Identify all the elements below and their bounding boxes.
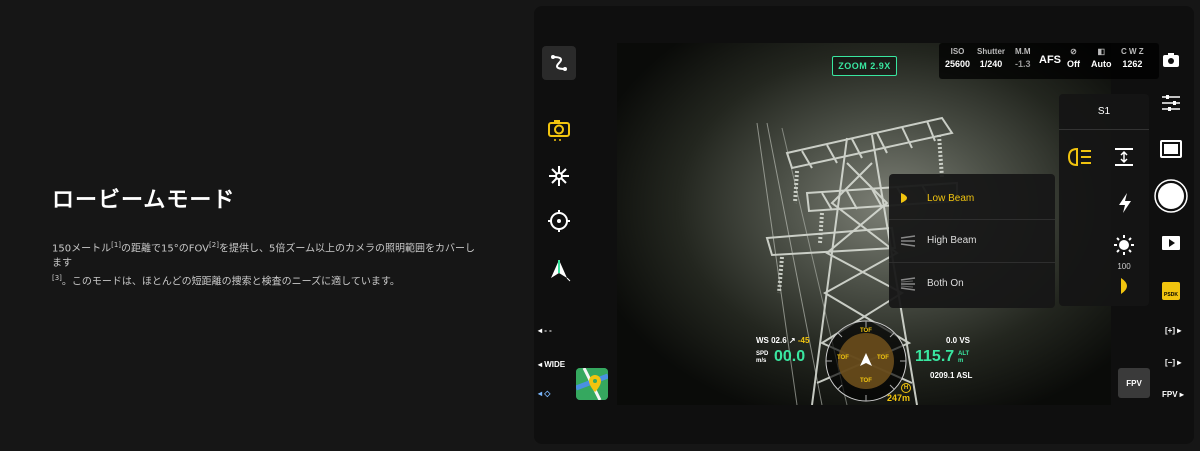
zoom-in-button[interactable]: [+] ▸ [1165,326,1181,335]
play-icon [1162,236,1180,250]
psdk-button[interactable]: PSDK [1156,276,1186,306]
low-beam-small-icon [1121,278,1127,294]
altitude: 115.7 [915,348,955,365]
home-distance: 247m [887,393,911,403]
route-icon [551,55,567,71]
desc-part: の距離で15°のFOV [121,243,210,255]
param-storage[interactable]: C W Z 1262 [1121,47,1144,69]
lightning-icon [1119,193,1131,213]
sliders-icon [1162,95,1180,111]
target-lock-button[interactable] [542,204,576,238]
intro-title: ロービームモード [52,188,236,213]
param-wb[interactable]: ◧ Auto [1091,47,1112,69]
spotlight-target-button[interactable] [542,159,576,193]
desc-part: 。このモードは、ほとんどの短距離の捜索と検査のニーズに適しています。 [61,276,400,288]
footnote-ref[interactable]: [3] [52,274,62,282]
flight-route-button[interactable] [542,46,576,80]
diamond-icon[interactable]: ◂ ◇ [538,389,550,398]
footnote-ref[interactable]: [2] [209,241,219,249]
zoom-out-button[interactable]: [−] ▸ [1165,358,1181,367]
map-button[interactable] [576,368,608,400]
altitude-label: ALT m [958,351,970,364]
beam-indicator[interactable] [1117,276,1137,301]
home-point-icon: H [901,383,911,393]
tof-bottom: TOF [860,378,872,384]
mute-icon: ⊘ [1070,47,1077,56]
speed-label: SPD m/s [756,351,769,364]
camera-icon [548,120,570,141]
param-ev[interactable]: M.M -1.3 [1015,47,1031,69]
aircraft-arrow-icon [551,260,571,282]
beam-mode-menu: Low Beam High Beam Both On [889,174,1055,308]
intro-section: ロービームモード 150メートル[1]の距離で15°のFOV[2]を提供し、5倍… [52,182,482,290]
camera-small-icon [1163,53,1179,67]
beam-option-low[interactable]: Low Beam [889,177,1055,219]
zoom-indicator: ZOOM 2.9X [832,56,897,76]
camera-switch-button[interactable] [1156,45,1186,75]
param-mute[interactable]: ⊘ Off [1067,47,1080,69]
tof-top: TOF [860,328,872,334]
shutter-icon [1154,179,1188,213]
settings-sliders-button[interactable] [1156,88,1186,118]
screen-layout-button[interactable] [1156,134,1186,164]
wb-icon: ◧ [1097,47,1106,56]
both-beam-icon [900,276,916,291]
desc-part: 150メートル [52,243,112,255]
wind-speed: WS 02.6 ↗ -45 [756,336,810,345]
fpv-pip-button[interactable]: FPV [1118,368,1150,398]
tof-left: TOF [837,355,849,361]
slot-s1-button[interactable]: S1 [1059,94,1149,130]
left-dash-indicator: ◂ - - [538,326,552,335]
headlight-icon [1067,147,1091,167]
map-icon [576,368,608,400]
playback-button[interactable] [1156,228,1186,258]
beam-mode-button[interactable] [1067,146,1093,173]
beam-option-high[interactable]: High Beam [889,219,1055,261]
intro-description: 150メートル[1]の距離で15°のFOV[2]を提供し、5倍ズーム以上のカメラ… [52,238,482,290]
altitude-asl: 0209.1 ASL [930,371,973,380]
brightness-control[interactable]: 100 [1113,234,1135,271]
aircraft-mode-button[interactable] [542,253,576,287]
vertical-speed: 0.0 VS [946,336,971,345]
fpv-side-button[interactable]: FPV ▸ [1162,390,1184,399]
camera-mode-button[interactable] [542,112,576,146]
horizontal-speed: 00.0 [774,348,806,365]
focus-height-button[interactable] [1113,146,1135,173]
screen-icon [1160,140,1182,158]
low-beam-icon [901,193,907,203]
psdk-icon: PSDK [1162,282,1180,300]
param-focus[interactable]: AFS [1039,54,1061,66]
brightness-value: 100 [1117,262,1131,271]
footnote-ref[interactable]: [1] [111,241,121,249]
shutter-button[interactable] [1153,178,1189,214]
crosshair-icon [548,210,570,232]
param-shutter[interactable]: Shutter 1/240 [977,47,1005,69]
brightness-icon [1114,235,1134,255]
tof-right: TOF [877,355,889,361]
burst-icon [549,166,569,186]
high-beam-icon [900,234,916,247]
controller-screen: ◂ - - ◂ WIDE ◂ ◇ ZOOM 2.9X ISO 25600 Shut… [534,6,1194,444]
param-iso[interactable]: ISO 25600 [945,47,970,69]
camera-params-bar[interactable]: ISO 25600 Shutter 1/240 M.M -1.3 AFS ⊘ Off ◧… [939,43,1159,79]
strobe-button[interactable] [1117,192,1133,219]
height-adjust-icon [1115,148,1133,166]
spotlight-settings-panel: S1 100 [1059,94,1149,306]
wide-lens-button[interactable]: ◂ WIDE [538,360,565,369]
beam-option-both[interactable]: Both On [889,262,1055,304]
